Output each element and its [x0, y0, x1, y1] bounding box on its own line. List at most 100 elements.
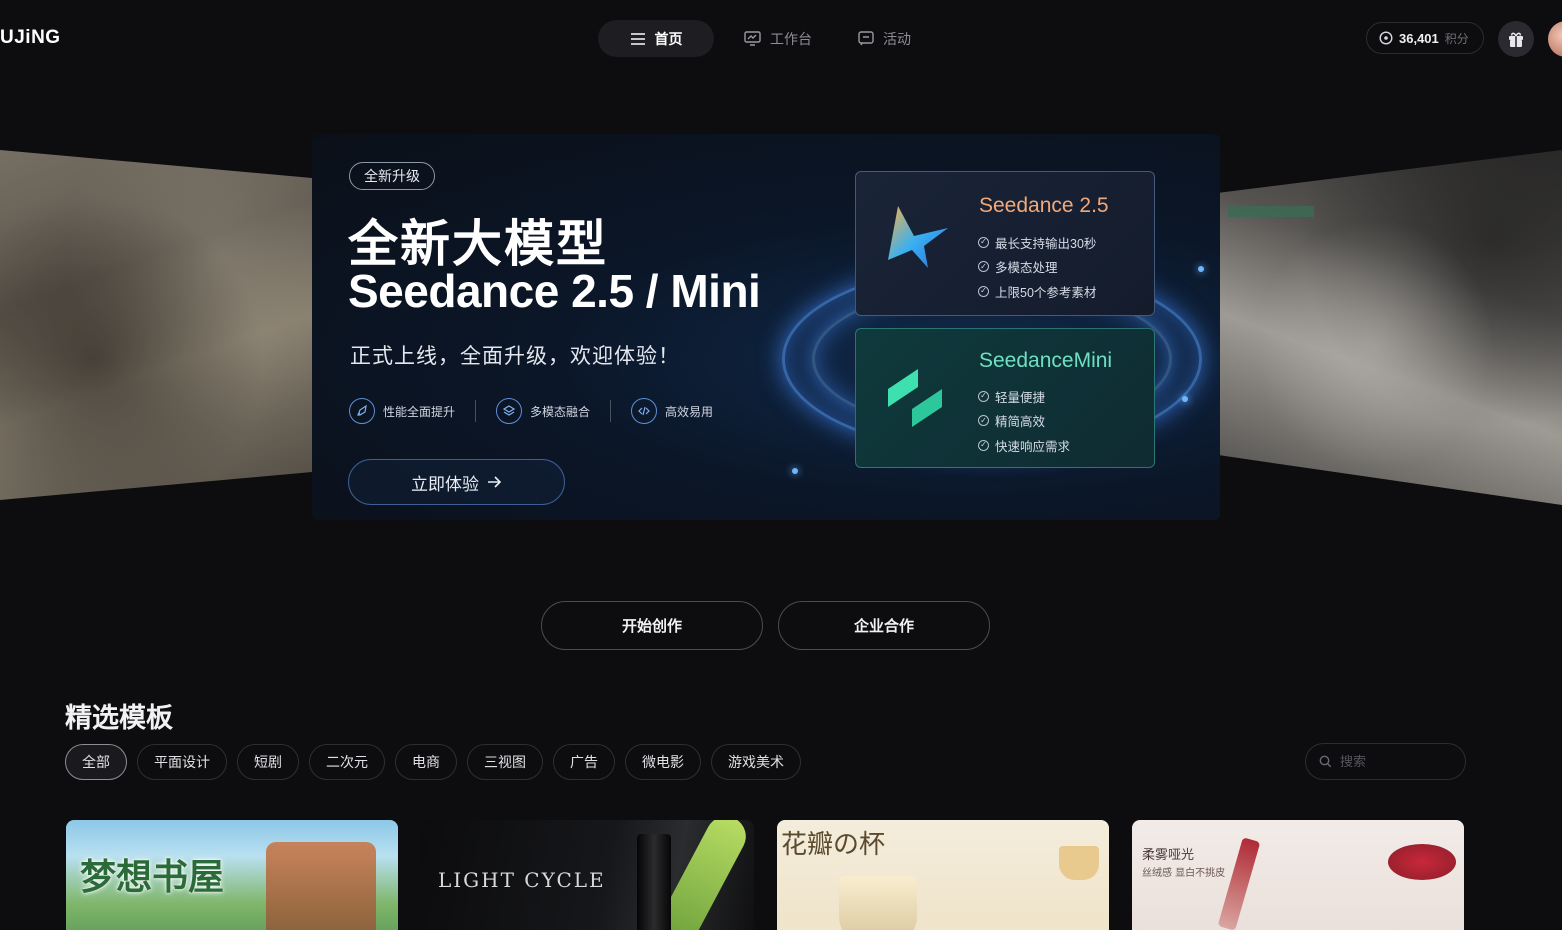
seedance-mini-logo-icon — [888, 369, 942, 427]
section-title: 精选模板 — [65, 703, 173, 733]
dashboard-icon — [744, 31, 761, 46]
cta-label: 立即体验 — [411, 474, 479, 494]
model-card-seedance[interactable]: Seedance 2.5 ✓ 最长支持输出30秒 ✓ 多模态处理 ✓ 上限50个参考素… — [855, 171, 1155, 316]
activity-icon — [858, 31, 874, 46]
template-illustration — [1059, 846, 1099, 880]
template-title: 柔雾哑光 — [1142, 848, 1195, 863]
card-feature-text: 最长支持输出30秒 — [995, 236, 1097, 251]
filter-chip-ecommerce[interactable]: 电商 — [395, 744, 457, 780]
slide-tag — [1228, 206, 1314, 217]
check-icon: ✓ — [978, 415, 989, 427]
check-icon: ✓ — [978, 261, 989, 273]
card-feature-list: ✓ 轻量便捷 ✓ 精简高效 ✓ 快速响应需求 — [978, 384, 1070, 458]
layers-icon — [496, 398, 523, 424]
nav-item-workbench[interactable]: 工作台 — [728, 20, 828, 57]
divider — [475, 400, 477, 422]
feature-label: 多模态融合 — [530, 404, 591, 419]
feature-item: 性能全面提升 — [349, 398, 455, 424]
model-card-seedance-mini[interactable]: SeedanceMini ✓ 轻量便捷 ✓ 精简高效 ✓ 快速响应需求 — [855, 328, 1155, 468]
nav-item-activity[interactable]: 活动 — [842, 20, 927, 57]
nav-item-home[interactable]: 首页 — [598, 20, 714, 57]
template-title: 梦想书屋 — [80, 856, 225, 898]
card-feature: ✓ 多模态处理 — [978, 255, 1096, 280]
seedance-logo-icon — [888, 206, 948, 268]
points-balance[interactable]: 36,401 积分 — [1366, 22, 1484, 54]
template-filters: 全部 平面设计 短剧 二次元 电商 三视图 广告 微电影 游戏美术 — [65, 744, 801, 780]
try-now-button[interactable]: 立即体验 — [348, 459, 565, 505]
hero-banner[interactable]: 全新升级 全新大模型 Seedance 2.5 / Mini 正式上线，全面升级… — [312, 134, 1220, 520]
business-cooperation-button[interactable]: 企业合作 — [778, 601, 990, 650]
template-card[interactable]: 花瓣の杯 — [777, 820, 1109, 930]
nav-item-label: 工作台 — [770, 30, 812, 47]
glow-dot — [792, 468, 798, 474]
template-card[interactable]: 梦想书屋 — [66, 820, 398, 930]
carousel-slide-prev[interactable] — [0, 150, 312, 500]
card-title: SeedanceMini — [979, 349, 1113, 372]
check-icon: ✓ — [978, 285, 989, 297]
filter-chip-game-art[interactable]: 游戏美术 — [711, 744, 801, 780]
filter-chip-anime[interactable]: 二次元 — [309, 744, 385, 780]
carousel-slide-next[interactable] — [1220, 150, 1562, 505]
filter-chip-micro-film[interactable]: 微电影 — [625, 744, 701, 780]
template-illustration — [1388, 844, 1456, 880]
start-creating-button[interactable]: 开始创作 — [541, 601, 763, 650]
app-logo[interactable]: UJiNG — [0, 27, 61, 49]
card-feature-text: 精简高效 — [995, 415, 1046, 430]
card-feature: ✓ 快速响应需求 — [978, 433, 1070, 458]
template-card[interactable]: 柔雾哑光 丝绒感 显白不挑皮 — [1132, 820, 1464, 930]
filter-chip-short-drama[interactable]: 短剧 — [237, 744, 299, 780]
card-feature: ✓ 最长支持输出30秒 — [978, 230, 1096, 255]
glow-dot — [1198, 266, 1204, 272]
coin-icon — [1379, 31, 1393, 45]
template-card[interactable]: LIGHT CYCLE — [422, 820, 754, 930]
upgrade-badge: 全新升级 — [349, 162, 435, 190]
template-illustration — [839, 876, 917, 930]
template-search[interactable] — [1305, 743, 1466, 780]
search-input[interactable] — [1340, 754, 1440, 769]
search-icon — [1319, 755, 1332, 768]
card-feature-text: 多模态处理 — [995, 261, 1058, 276]
check-icon: ✓ — [978, 439, 989, 451]
glow-dot — [1182, 396, 1188, 402]
check-icon: ✓ — [978, 390, 989, 402]
template-title: LIGHT CYCLE — [438, 868, 606, 892]
gift-button[interactable] — [1498, 21, 1534, 57]
card-title: Seedance 2.5 — [979, 194, 1109, 217]
filter-chip-all[interactable]: 全部 — [65, 744, 127, 780]
avatar[interactable] — [1548, 21, 1562, 57]
template-illustration — [1217, 837, 1261, 930]
feature-label: 高效易用 — [665, 404, 714, 419]
template-title: 花瓣の杯 — [781, 830, 886, 860]
divider — [610, 400, 612, 422]
rocket-icon — [349, 398, 375, 424]
feature-list: 性能全面提升 多模态融合 高效易用 — [349, 398, 713, 424]
card-feature: ✓ 精简高效 — [978, 409, 1070, 434]
card-feature: ✓ 上限50个参考素材 — [978, 279, 1096, 304]
card-feature: ✓ 轻量便捷 — [978, 384, 1070, 409]
arrow-right-icon — [488, 476, 502, 488]
card-feature-text: 轻量便捷 — [995, 390, 1046, 405]
gift-icon — [1509, 32, 1523, 47]
hero-description: 正式上线，全面升级，欢迎体验！ — [350, 345, 680, 368]
top-bar: UJiNG 首页 工作台 活动 36,401 积分 — [0, 0, 1562, 78]
code-icon — [631, 398, 658, 424]
nav-item-label: 活动 — [883, 30, 911, 47]
points-unit: 积分 — [1444, 31, 1469, 46]
nav-item-label: 首页 — [654, 30, 683, 47]
feature-item: 高效易用 — [631, 398, 713, 424]
hero-subtitle: Seedance 2.5 / Mini — [348, 265, 761, 317]
template-illustration — [637, 834, 671, 930]
card-feature-list: ✓ 最长支持输出30秒 ✓ 多模态处理 ✓ 上限50个参考素材 — [978, 230, 1096, 304]
template-subtitle: 丝绒感 显白不挑皮 — [1142, 868, 1226, 879]
card-feature-text: 上限50个参考素材 — [995, 285, 1097, 300]
check-icon: ✓ — [978, 236, 989, 248]
points-value: 36,401 — [1399, 30, 1439, 46]
feature-item: 多模态融合 — [496, 398, 590, 424]
filter-chip-advertising[interactable]: 广告 — [553, 744, 615, 780]
filter-chip-graphic-design[interactable]: 平面设计 — [137, 744, 227, 780]
card-feature-text: 快速响应需求 — [995, 439, 1071, 454]
main-nav: 首页 工作台 活动 — [598, 20, 927, 57]
menu-icon — [630, 32, 645, 45]
filter-chip-three-view[interactable]: 三视图 — [467, 744, 543, 780]
feature-label: 性能全面提升 — [383, 404, 456, 419]
